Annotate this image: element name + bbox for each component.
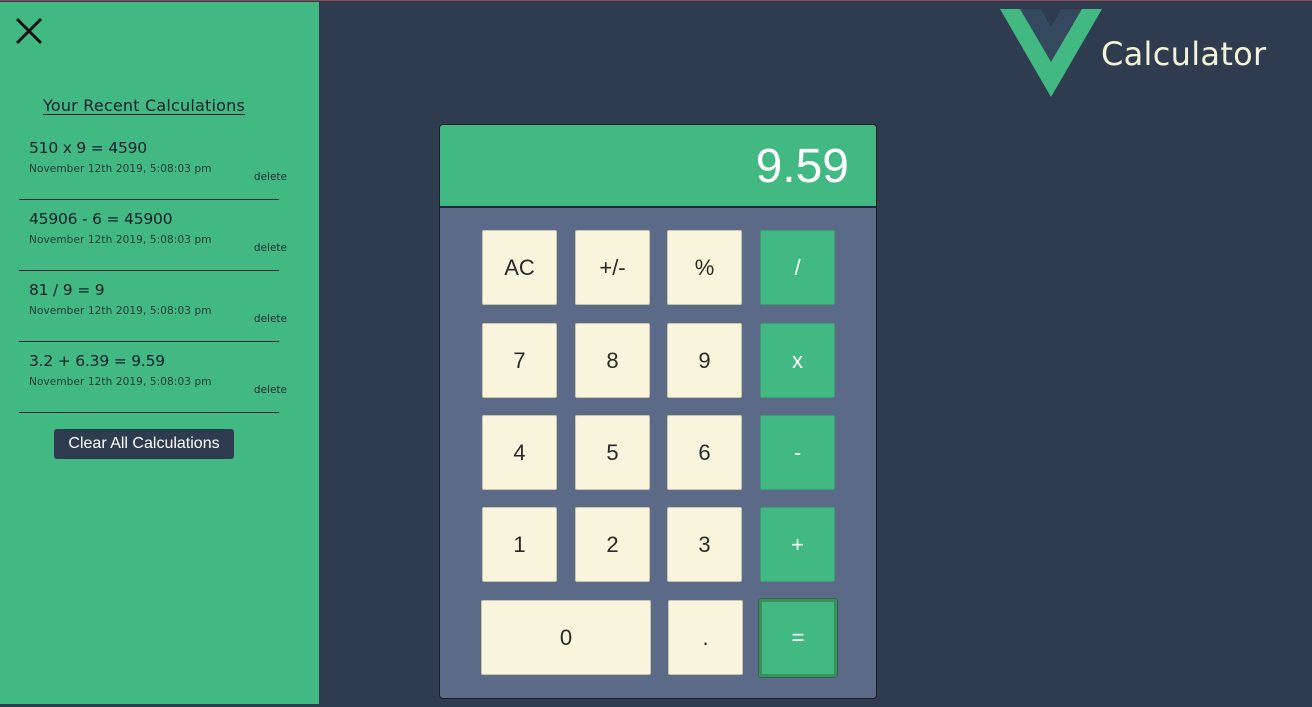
history-item: 510 x 9 = 4590 November 12th 2019, 5:08:… — [19, 129, 287, 200]
subtract-key[interactable]: - — [760, 415, 835, 490]
history-expression: 3.2 + 6.39 = 9.59 — [29, 352, 165, 370]
close-icon[interactable] — [14, 16, 44, 46]
decimal-key[interactable]: . — [668, 600, 743, 675]
clear-all-button[interactable]: Clear All Calculations — [54, 429, 234, 459]
divide-key[interactable]: / — [760, 230, 835, 305]
history-item: 81 / 9 = 9 November 12th 2019, 5:08:03 p… — [19, 271, 287, 342]
sign-key[interactable]: +/- — [575, 230, 650, 305]
history-date: November 12th 2019, 5:08:03 pm — [29, 163, 212, 175]
history-expression: 510 x 9 = 4590 — [29, 139, 147, 157]
history-date: November 12th 2019, 5:08:03 pm — [29, 234, 212, 246]
history-item: 3.2 + 6.39 = 9.59 November 12th 2019, 5:… — [19, 342, 287, 413]
vue-logo-icon — [1000, 9, 1102, 97]
history-expression: 81 / 9 = 9 — [29, 281, 105, 299]
digit-1-key[interactable]: 1 — [482, 507, 557, 582]
delete-button[interactable]: delete — [254, 313, 287, 325]
delete-button[interactable]: delete — [254, 384, 287, 396]
history-item: 45906 - 6 = 45900 November 12th 2019, 5:… — [19, 200, 287, 271]
multiply-key[interactable]: x — [760, 323, 835, 398]
history-date: November 12th 2019, 5:08:03 pm — [29, 376, 212, 388]
history-sidebar: Your Recent Calculations 510 x 9 = 4590 … — [0, 2, 319, 704]
add-key[interactable]: + — [760, 507, 835, 582]
digit-5-key[interactable]: 5 — [575, 415, 650, 490]
digit-3-key[interactable]: 3 — [667, 507, 742, 582]
digit-7-key[interactable]: 7 — [482, 323, 557, 398]
ac-key[interactable]: AC — [482, 230, 557, 305]
digit-6-key[interactable]: 6 — [667, 415, 742, 490]
sidebar-title: Your Recent Calculations — [42, 96, 246, 115]
calculator: 9.59 AC +/- % / 7 8 9 x 4 5 6 - 1 2 3 + … — [439, 124, 877, 699]
history-expression: 45906 - 6 = 45900 — [29, 210, 173, 228]
delete-button[interactable]: delete — [254, 171, 287, 183]
app-title: Calculator — [1101, 35, 1267, 73]
digit-4-key[interactable]: 4 — [482, 415, 557, 490]
calculator-display: 9.59 — [440, 125, 876, 208]
percent-key[interactable]: % — [667, 230, 742, 305]
digit-9-key[interactable]: 9 — [667, 323, 742, 398]
display-value: 9.59 — [755, 140, 849, 193]
digit-8-key[interactable]: 8 — [575, 323, 650, 398]
digit-0-key[interactable]: 0 — [481, 600, 651, 675]
equals-key[interactable]: = — [759, 599, 837, 677]
digit-2-key[interactable]: 2 — [575, 507, 650, 582]
delete-button[interactable]: delete — [254, 242, 287, 254]
history-date: November 12th 2019, 5:08:03 pm — [29, 305, 212, 317]
